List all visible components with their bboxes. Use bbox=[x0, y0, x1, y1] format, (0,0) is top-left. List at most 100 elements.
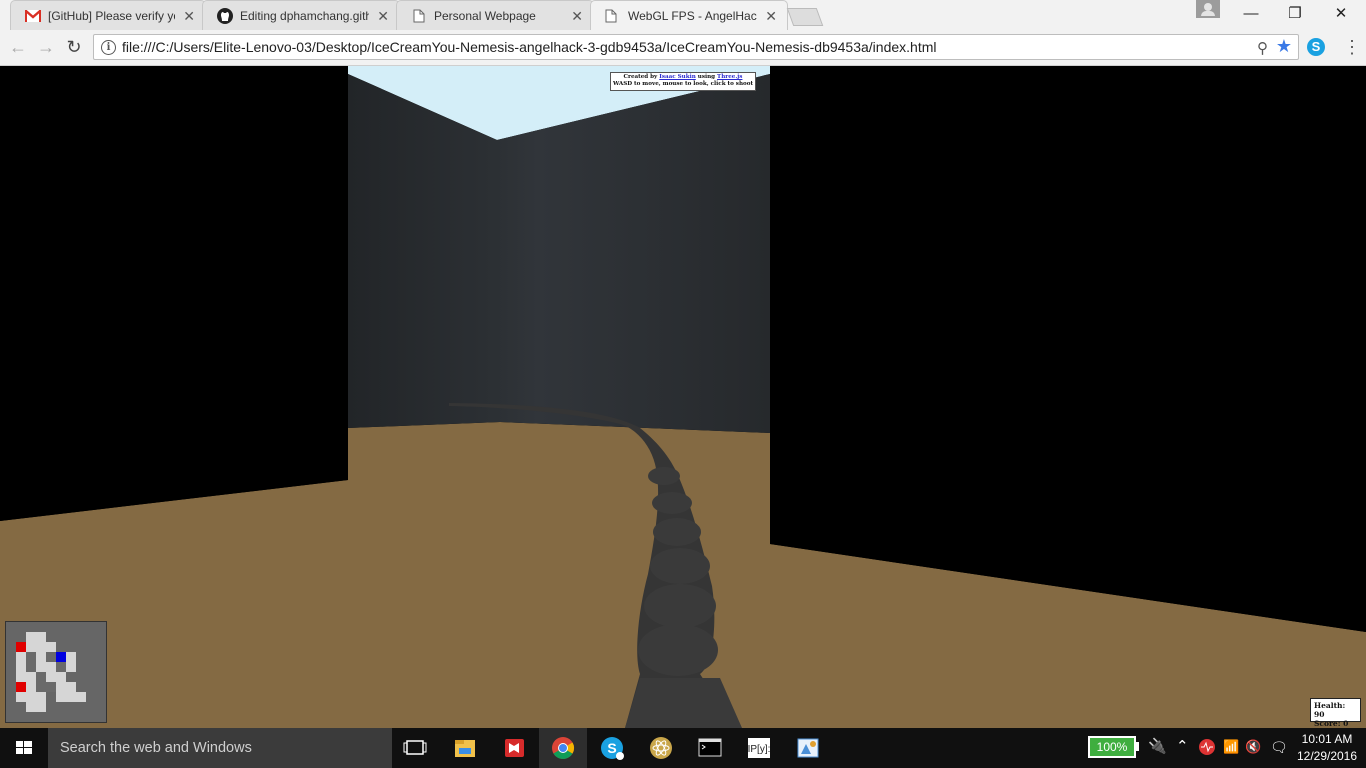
wifi-icon[interactable]: 📶 bbox=[1223, 738, 1239, 756]
credits-line: Created by Isaac Sukin using Three.js bbox=[611, 74, 755, 81]
profile-body bbox=[1201, 11, 1215, 16]
clock[interactable]: 10:01 AM 12/29/2016 bbox=[1296, 731, 1358, 765]
back-button[interactable]: ← bbox=[7, 36, 29, 58]
minimap-floor-cell bbox=[56, 672, 66, 682]
instructions-text: WASD to move, mouse to look, click to sh… bbox=[612, 81, 754, 87]
minimap bbox=[5, 621, 107, 723]
volume-muted-icon[interactable]: 🔇 bbox=[1245, 738, 1261, 756]
minimap-floor-cell bbox=[46, 672, 56, 682]
health-line: Health: 90 bbox=[1314, 701, 1357, 719]
address-bar[interactable]: i file:///C:/Users/Elite-Lenovo-03/Deskt… bbox=[93, 34, 1299, 60]
reload-button[interactable]: ↻ bbox=[63, 36, 85, 58]
minimize-button[interactable]: — bbox=[1228, 0, 1274, 28]
tab-title: WebGL FPS - AngelHack bbox=[628, 9, 757, 23]
gun-segment bbox=[644, 584, 716, 628]
minimap-wall-cell bbox=[46, 652, 56, 662]
activity-monitor-icon[interactable] bbox=[1198, 738, 1216, 756]
game-canvas[interactable]: Created by Isaac Sukin using Three.js WA… bbox=[0, 66, 1366, 728]
minimap-wall-cell bbox=[36, 672, 46, 682]
atom-icon[interactable] bbox=[637, 728, 685, 768]
tab-github-verify[interactable]: [GitHub] Please verify yo ✕ bbox=[10, 0, 206, 30]
health-value: 90 bbox=[1314, 710, 1325, 719]
minimap-wall-cell bbox=[26, 652, 36, 662]
right-wall bbox=[770, 66, 1366, 632]
minimap-player-marker bbox=[56, 652, 66, 662]
svg-text:S: S bbox=[607, 740, 616, 756]
minimap-floor-cell bbox=[76, 692, 86, 702]
windows-start-icon[interactable] bbox=[0, 728, 48, 768]
tab-close-icon[interactable]: ✕ bbox=[765, 1, 777, 30]
minimap-floor-cell bbox=[26, 702, 36, 712]
close-window-button[interactable]: ✕ bbox=[1318, 0, 1364, 28]
zoom-icon[interactable]: ⚲ bbox=[1257, 39, 1268, 57]
github-icon bbox=[217, 8, 233, 24]
battery-indicator[interactable]: 100% bbox=[1088, 736, 1136, 758]
back-wall bbox=[348, 74, 770, 433]
task-view-icon[interactable] bbox=[392, 728, 440, 768]
minimap-floor-cell bbox=[66, 662, 76, 672]
reader-icon[interactable] bbox=[490, 728, 538, 768]
minimap-floor-cell bbox=[26, 672, 36, 682]
skype-icon[interactable]: S bbox=[588, 728, 636, 768]
tab-close-icon[interactable]: ✕ bbox=[183, 1, 195, 30]
minimap-floor-cell bbox=[46, 662, 56, 672]
maximize-button[interactable]: ❐ bbox=[1272, 0, 1318, 28]
minimap-floor-cell bbox=[16, 662, 26, 672]
minimap-floor-cell bbox=[36, 632, 46, 642]
tab-title: Personal Webpage bbox=[434, 9, 536, 23]
terminal-icon[interactable] bbox=[686, 728, 734, 768]
gun-segment bbox=[650, 548, 710, 584]
game-scene bbox=[0, 66, 1366, 728]
new-tab-button[interactable] bbox=[786, 8, 824, 26]
menu-icon[interactable]: ⋮ bbox=[1343, 36, 1361, 58]
tab-personal-webpage[interactable]: Personal Webpage ✕ bbox=[396, 0, 594, 30]
gmail-icon bbox=[25, 10, 41, 22]
minimap-floor-cell bbox=[36, 692, 46, 702]
minimap-floor-cell bbox=[66, 692, 76, 702]
paint-icon[interactable] bbox=[784, 728, 832, 768]
forward-button[interactable]: → bbox=[35, 36, 57, 58]
svg-text:IP[y]:: IP[y]: bbox=[748, 744, 771, 755]
action-center-icon[interactable]: 🗨 bbox=[1270, 738, 1288, 756]
health-label: Health: bbox=[1314, 701, 1346, 710]
show-hidden-icons-chevron-icon[interactable]: ⌃ bbox=[1176, 738, 1189, 756]
credits-box: Created by Isaac Sukin using Three.js WA… bbox=[610, 72, 756, 91]
minimap-floor-cell bbox=[26, 682, 36, 692]
star-icon[interactable]: ★ bbox=[1276, 36, 1292, 57]
tab-webgl-fps[interactable]: WebGL FPS - AngelHack ✕ bbox=[590, 0, 788, 30]
info-icon[interactable]: i bbox=[101, 40, 116, 55]
score-value: 0 bbox=[1343, 719, 1349, 728]
chrome-icon[interactable] bbox=[539, 728, 587, 768]
author-link[interactable]: Isaac Sukin bbox=[659, 74, 696, 80]
taskbar-search-box[interactable]: Search the web and Windows bbox=[48, 728, 392, 768]
minimap-wall-cell bbox=[36, 682, 46, 692]
gun-segment bbox=[653, 518, 701, 546]
minimap-floor-cell bbox=[66, 652, 76, 662]
minimap-wall-cell bbox=[46, 682, 56, 692]
url-text[interactable]: file:///C:/Users/Elite-Lenovo-03/Desktop… bbox=[122, 35, 936, 59]
credits-middle: using bbox=[697, 74, 716, 80]
gun-segment bbox=[652, 492, 692, 514]
minimap-floor-cell bbox=[36, 702, 46, 712]
tab-strip: [GitHub] Please verify yo ✕ Editing dpha… bbox=[0, 0, 1366, 30]
clock-date: 12/29/2016 bbox=[1296, 749, 1358, 763]
hud-panel: Health: 90 Score: 0 bbox=[1310, 698, 1361, 728]
file-explorer-icon[interactable] bbox=[441, 728, 489, 768]
profile-head bbox=[1204, 3, 1212, 11]
power-plug-icon[interactable]: 🔌 bbox=[1148, 738, 1167, 756]
gun-segment bbox=[648, 467, 680, 485]
tab-title: [GitHub] Please verify yo bbox=[48, 9, 175, 23]
minimap-floor-cell bbox=[36, 652, 46, 662]
ipython-icon[interactable]: IP[y]: bbox=[735, 728, 783, 768]
threejs-link[interactable]: Three.js bbox=[717, 74, 742, 80]
tab-close-icon[interactable]: ✕ bbox=[571, 1, 583, 30]
clock-time: 10:01 AM bbox=[1301, 732, 1353, 746]
skype-icon[interactable]: S bbox=[1307, 38, 1325, 56]
minimap-floor-cell bbox=[26, 632, 36, 642]
minimap-floor-cell bbox=[26, 642, 36, 652]
tab-title: Editing dphamchang.gith bbox=[240, 9, 369, 23]
tab-editing-github[interactable]: Editing dphamchang.gith ✕ bbox=[202, 0, 400, 30]
gun-segment bbox=[638, 624, 718, 676]
score-label: Score: bbox=[1314, 719, 1341, 728]
tab-close-icon[interactable]: ✕ bbox=[377, 1, 389, 30]
